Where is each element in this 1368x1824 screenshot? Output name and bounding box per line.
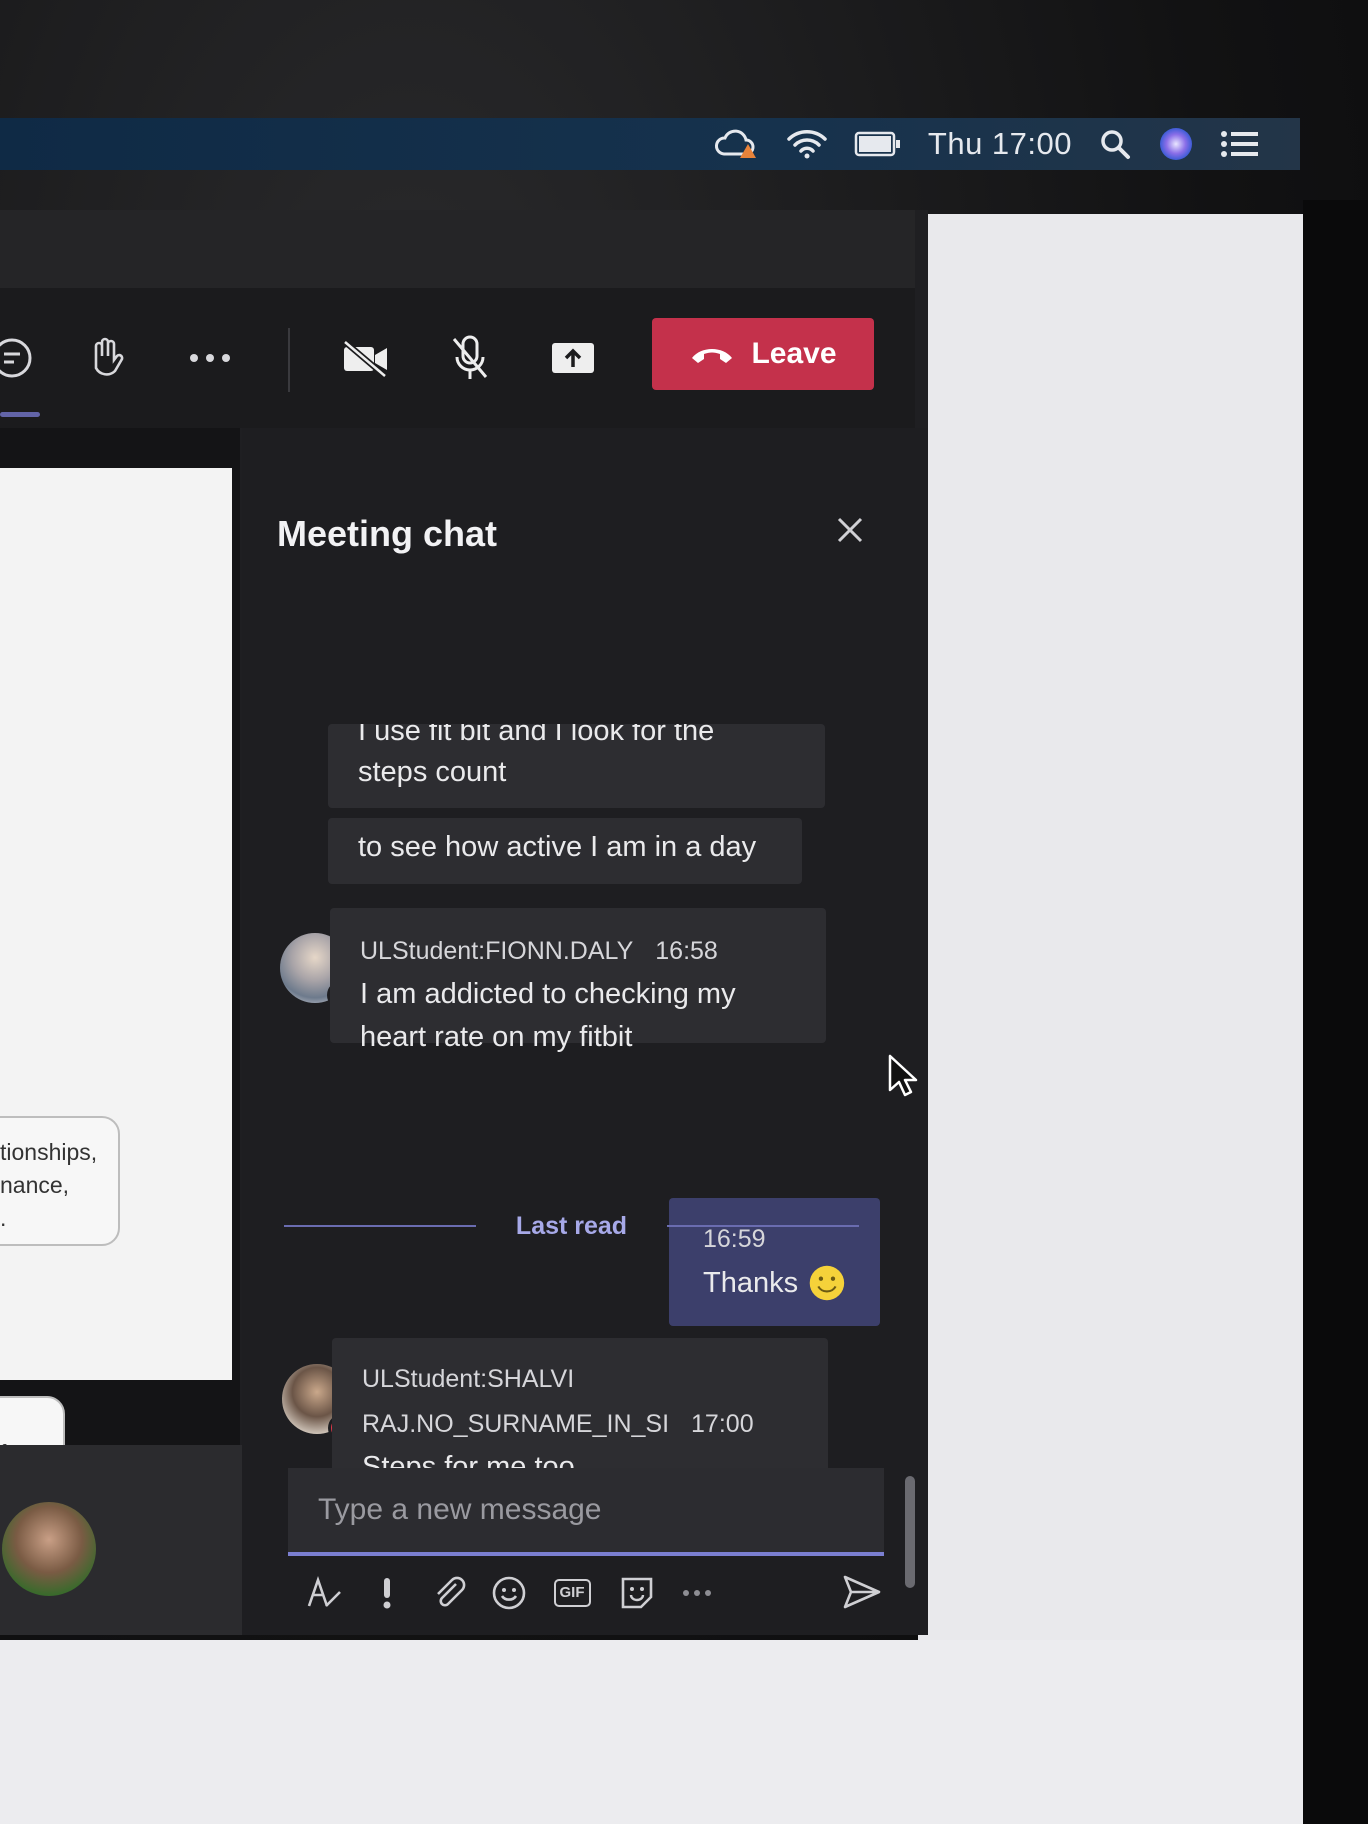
last-read-divider: Last read <box>284 1210 860 1242</box>
slide-text-line: nance, <box>0 1172 70 1198</box>
battery-icon[interactable] <box>854 130 902 158</box>
last-read-label: Last read <box>515 1211 628 1240</box>
message-text: heart rate on my fitbit <box>360 1021 633 1053</box>
window-title-bar[interactable] <box>0 210 915 289</box>
message-input[interactable] <box>288 1468 884 1552</box>
toolbar-divider <box>288 328 290 392</box>
screen-edge <box>1303 200 1368 1824</box>
message-time: 17:00 <box>691 1410 754 1438</box>
divider-line <box>284 1225 476 1227</box>
slide-text-line: tionships, <box>0 1139 98 1165</box>
meeting-controls-bar: Leave <box>0 288 915 428</box>
creative-cloud-icon[interactable] <box>714 126 760 162</box>
more-options-icon[interactable] <box>180 328 240 388</box>
message-text: Thanks <box>703 1266 799 1299</box>
slide-text-box: tionships, nance, . <box>0 1116 120 1246</box>
message-author: ULStudent:SHALVI <box>362 1365 575 1393</box>
sticker-icon[interactable] <box>612 1568 662 1618</box>
attach-icon[interactable] <box>424 1568 474 1618</box>
message-author: RAJ.NO_SURNAME_IN_SI <box>362 1410 670 1438</box>
message-text: to see how active I am in a day <box>358 831 757 863</box>
siri-icon[interactable] <box>1158 126 1194 162</box>
message-time: 16:58 <box>655 937 718 965</box>
composer-toolbar: GIF <box>300 1568 900 1624</box>
camera-off-icon[interactable] <box>336 328 396 388</box>
meeting-chat-panel: Meeting chat I use fit bit and I look fo… <box>242 428 928 1635</box>
menu-bar-clock[interactable]: Thu 17:00 <box>928 126 1072 162</box>
message-text: steps count <box>358 756 507 788</box>
raise-hand-icon[interactable] <box>76 328 136 388</box>
message-author: ULStudent:FIONN.DALY <box>360 937 634 965</box>
mark-important-icon[interactable] <box>362 1568 412 1618</box>
leave-button-label: Leave <box>751 337 837 370</box>
chat-message[interactable]: to see how active I am in a day <box>328 818 802 884</box>
gif-label: GIF <box>553 1579 591 1607</box>
microphone-off-icon[interactable] <box>440 328 500 388</box>
send-icon[interactable] <box>836 1566 888 1618</box>
notification-center-icon[interactable] <box>1220 129 1260 159</box>
chat-message[interactable]: ULStudent:FIONN.DALY 16:58 I am addicted … <box>330 908 826 1053</box>
format-icon[interactable] <box>300 1568 350 1618</box>
message-meta: ULStudent:FIONN.DALY 16:58 <box>360 930 796 973</box>
slide-text-line: . <box>0 1205 7 1231</box>
spotlight-search-icon[interactable] <box>1098 127 1132 161</box>
wifi-icon[interactable] <box>786 128 828 160</box>
background-slide-bottom <box>0 1640 1303 1824</box>
teams-meeting-window: Leave tionships, nance, . for 2 Meeting … <box>0 210 928 1635</box>
close-icon[interactable] <box>828 508 872 552</box>
message-composer[interactable] <box>288 1468 884 1556</box>
message-text: I use fit bit and I look for the <box>358 724 715 747</box>
more-options-icon[interactable] <box>672 1568 722 1618</box>
chat-message[interactable]: I use fit bit and I look for the steps c… <box>328 724 825 808</box>
chat-title: Meeting chat <box>277 513 498 554</box>
gif-icon[interactable]: GIF <box>544 1568 600 1618</box>
hang-up-icon <box>692 349 733 363</box>
chat-active-indicator <box>0 412 40 417</box>
divider-line <box>667 1225 860 1227</box>
macos-menu-bar: Thu 17:00 <box>0 118 1300 170</box>
background-slide-area <box>918 214 1303 1824</box>
smile-emoji-icon <box>809 1265 845 1301</box>
participant-avatar <box>2 1502 96 1596</box>
leave-button[interactable]: Leave <box>652 318 874 390</box>
mouse-pointer-icon <box>888 1054 918 1103</box>
chat-scrollbar[interactable] <box>905 1476 915 1588</box>
message-text: I am addicted to checking my <box>360 978 736 1010</box>
message-meta: RAJ.NO_SURNAME_IN_SI 17:00 <box>362 1403 798 1446</box>
share-screen-icon[interactable] <box>543 328 603 388</box>
chat-toggle-icon[interactable] <box>0 328 42 388</box>
emoji-icon[interactable] <box>484 1568 534 1618</box>
shared-slide: tionships, nance, . for 2 <box>0 468 232 1607</box>
